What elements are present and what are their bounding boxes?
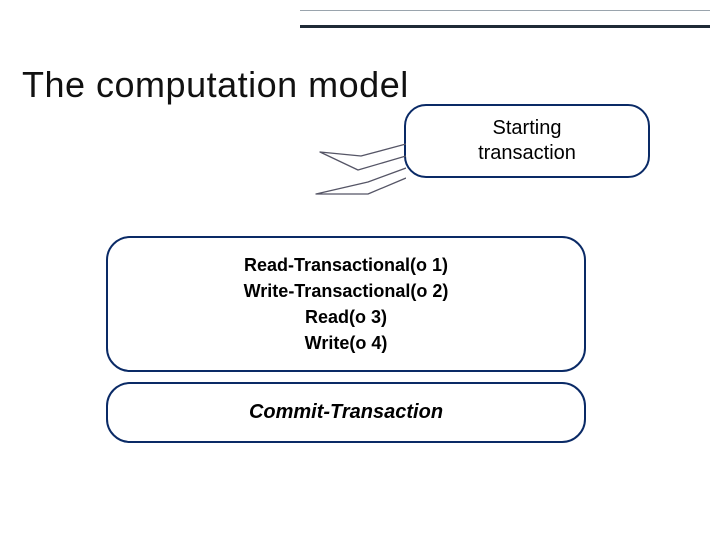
op-line-3: Read(o 3) <box>126 304 566 330</box>
callout-tail <box>306 138 406 208</box>
starting-transaction-callout: Starting transaction <box>404 104 650 178</box>
callout-line2: transaction <box>478 142 576 164</box>
slide-title: The computation model <box>22 64 409 106</box>
commit-box: Commit-Transaction <box>106 382 586 443</box>
op-line-4: Write(o 4) <box>126 330 566 356</box>
commit-label: Commit-Transaction <box>249 401 443 423</box>
op-line-2: Write-Transactional(o 2) <box>126 278 566 304</box>
header-rule <box>300 10 710 28</box>
operations-box: Read-Transactional(o 1) Write-Transactio… <box>106 236 586 372</box>
op-line-1: Read-Transactional(o 1) <box>126 252 566 278</box>
callout-line1: Starting <box>493 117 562 139</box>
